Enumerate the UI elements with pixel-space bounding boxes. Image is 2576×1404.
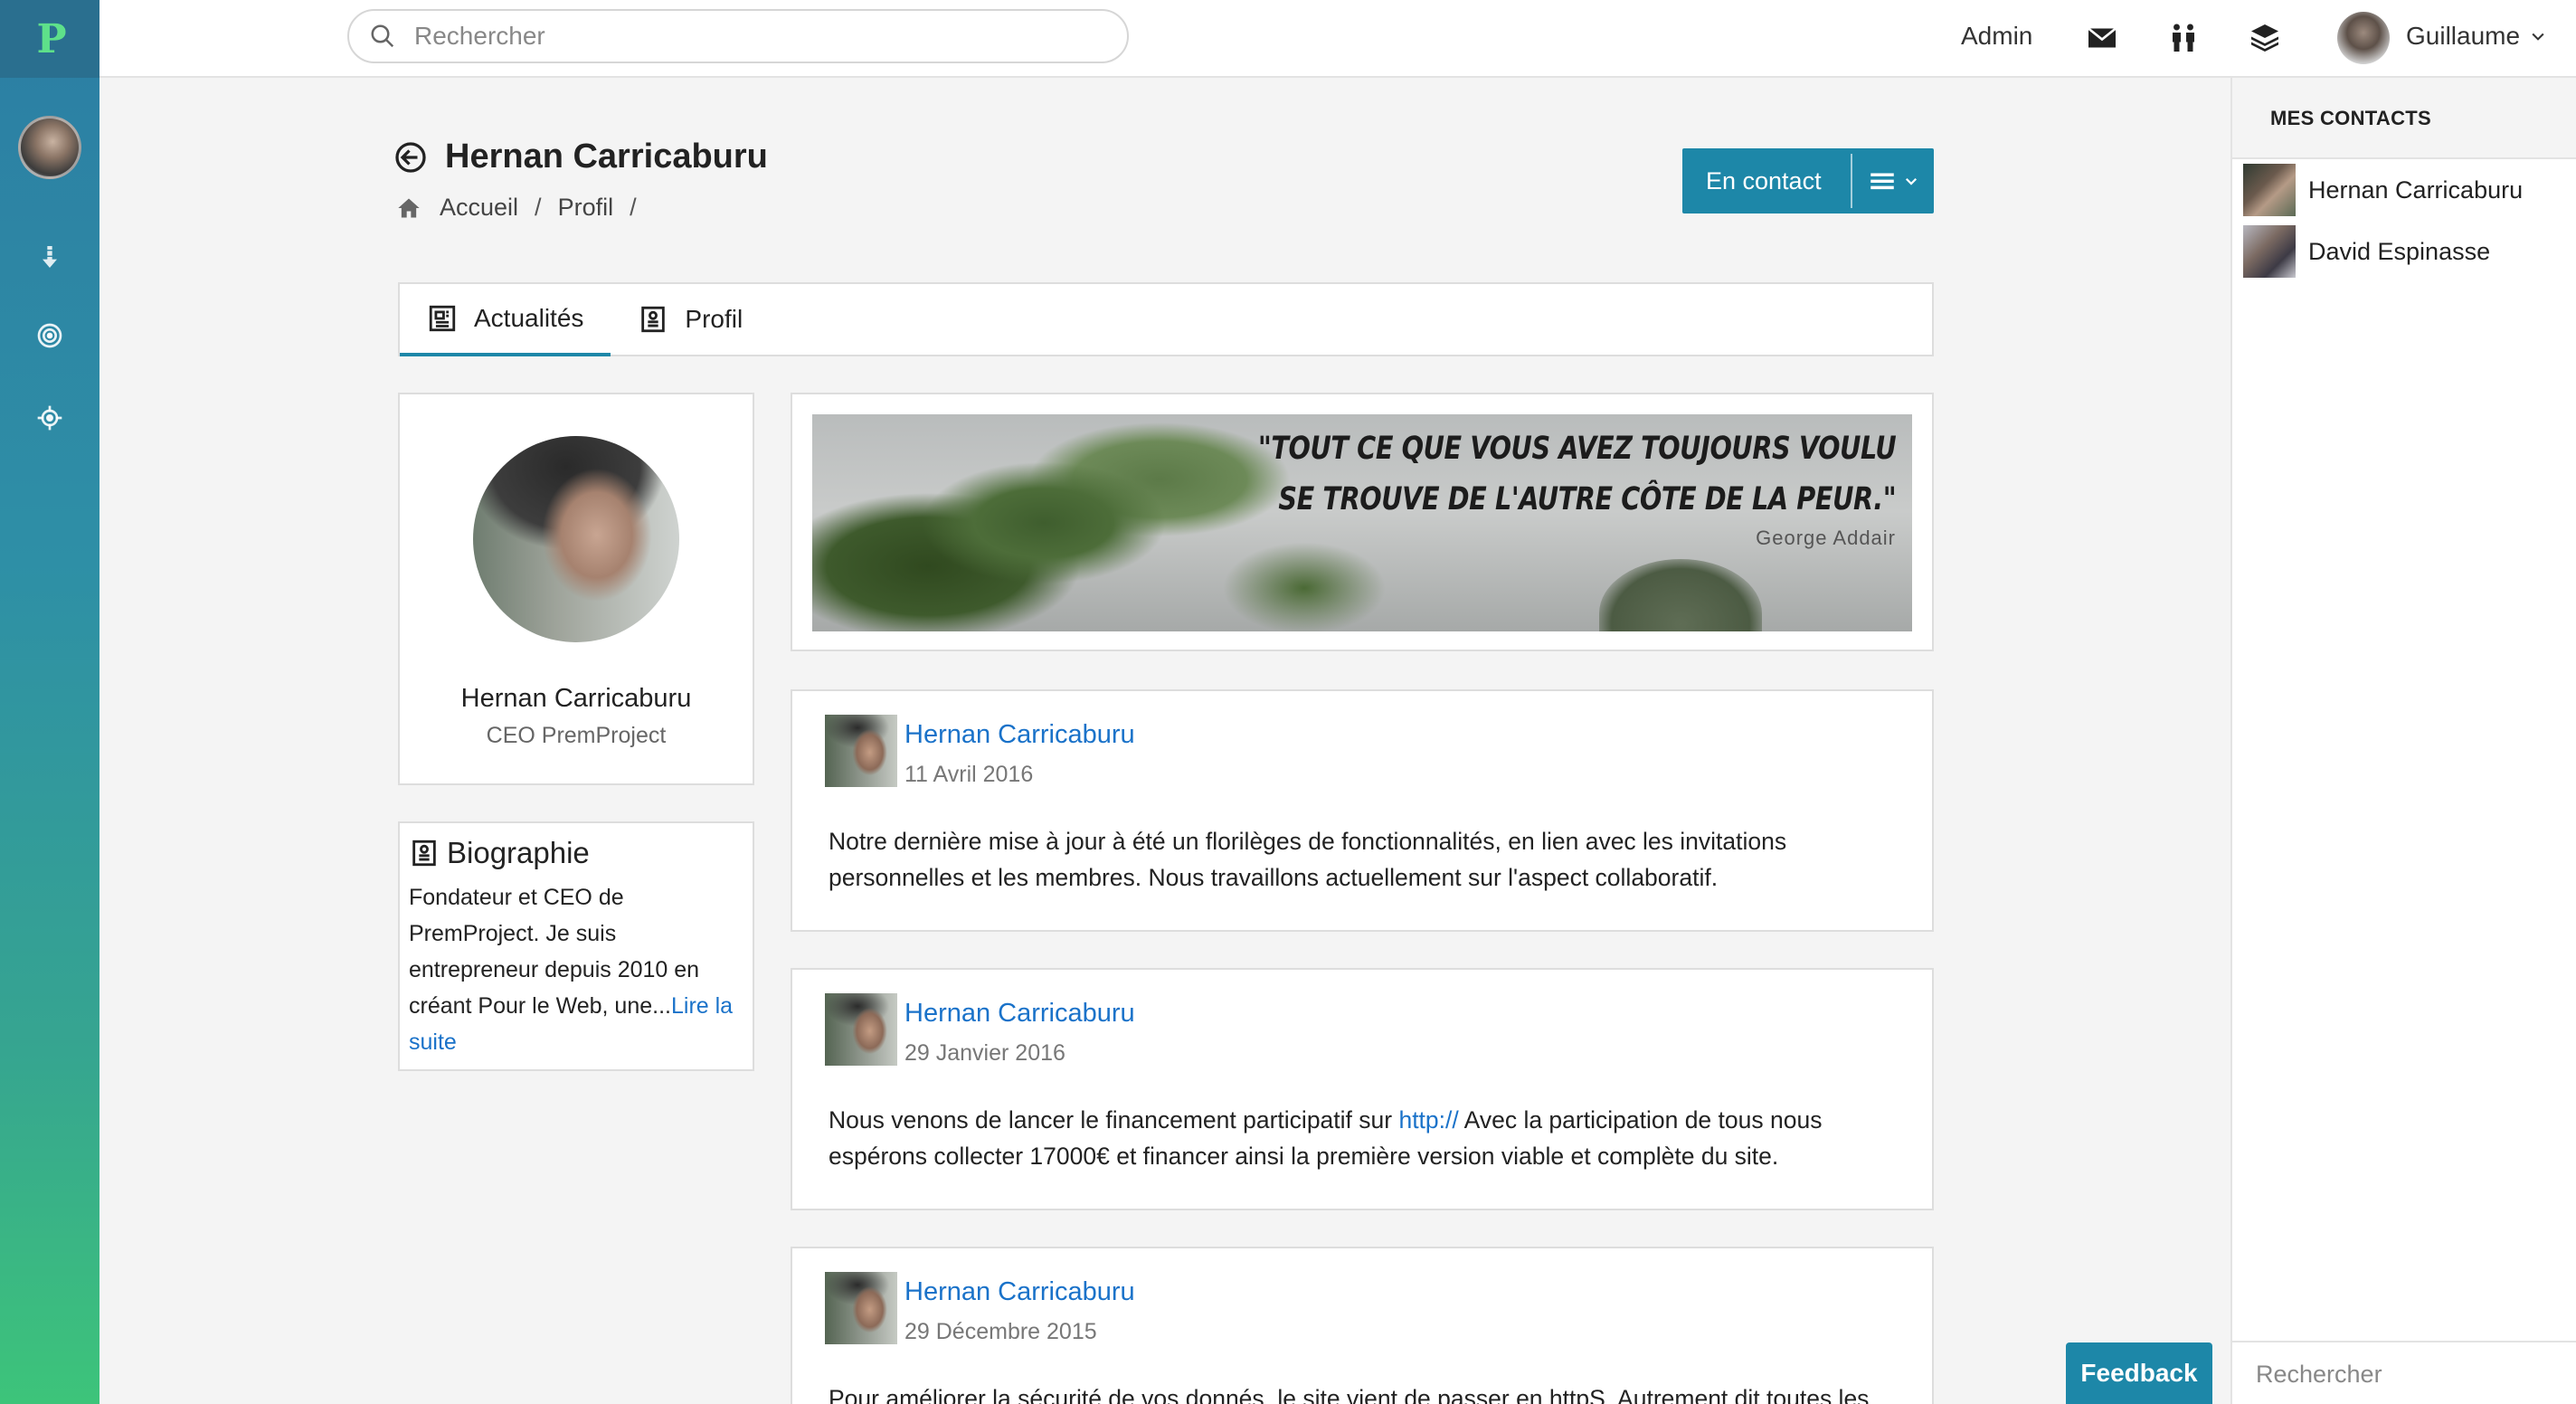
crosshair-icon[interactable]: [32, 400, 68, 436]
post-date: 29 Janvier 2016: [904, 1040, 1065, 1066]
user-name: Guillaume: [2406, 22, 2521, 50]
quote-banner-card: "TOUT CE QUE VOUS AVEZ TOUJOURS VOULU SE…: [791, 393, 1934, 651]
breadcrumb-separator: /: [630, 194, 637, 221]
quote-banner-image: "TOUT CE QUE VOUS AVEZ TOUJOURS VOULU SE…: [812, 414, 1912, 631]
post-author-link[interactable]: Hernan Carricaburu: [904, 720, 1135, 750]
biography-title: Biographie: [447, 836, 590, 869]
tab-actualites[interactable]: Actualités: [400, 284, 611, 356]
tab-profil[interactable]: Profil: [611, 284, 770, 355]
breadcrumb-profile[interactable]: Profil: [558, 194, 614, 222]
biography-header: Biographie: [409, 836, 743, 870]
tab-label: Actualités: [474, 304, 584, 332]
app-logo[interactable]: P: [0, 0, 99, 78]
search-icon: [371, 24, 394, 48]
post-date: 29 Décembre 2015: [904, 1319, 1097, 1344]
sidebar-avatar[interactable]: [18, 116, 81, 179]
biography-text: Fondateur et CEO de PremProject. Je suis…: [409, 879, 743, 1060]
left-sidebar: P: [0, 0, 99, 1404]
menu-icon: [1870, 173, 1894, 190]
post-body: Pour améliorer la sécurité de vos donnés…: [829, 1385, 1870, 1404]
post-link[interactable]: http://: [1398, 1106, 1458, 1134]
post-text: Nous venons de lancer le financement par…: [829, 1106, 1399, 1134]
quote-author: George Addair: [1756, 526, 1896, 549]
post-author-link[interactable]: Hernan Carricaburu: [904, 999, 1135, 1029]
contact-status-button[interactable]: En contact: [1682, 148, 1934, 213]
post-author-avatar[interactable]: [825, 1272, 897, 1344]
user-avatar[interactable]: [2337, 12, 2390, 64]
global-search[interactable]: [347, 9, 1129, 63]
profile-avatar: [473, 436, 679, 642]
profile-name: Hernan Carricaburu: [460, 684, 692, 713]
contact-item[interactable]: David Espinasse: [2232, 221, 2576, 282]
people-icon[interactable]: [2165, 20, 2202, 56]
contacts-panel: MES CONTACTS Hernan Carricaburu David Es…: [2230, 78, 2576, 1404]
post-date: 11 Avril 2016: [904, 762, 1034, 787]
banner-quote: "TOUT CE QUE VOUS AVEZ TOUJOURS VOULU SE…: [1257, 423, 1897, 525]
post-author-avatar[interactable]: [825, 993, 897, 1066]
logo-mark: P: [36, 15, 66, 62]
back-arrow-icon[interactable]: [394, 141, 427, 174]
post-author-link[interactable]: Hernan Carricaburu: [904, 1277, 1135, 1307]
contacts-title: MES CONTACTS: [2232, 78, 2576, 159]
profile-card: Hernan Carricaburu CEO PremProject: [398, 393, 754, 785]
breadcrumb: Accueil / Profil /: [396, 194, 653, 222]
contact-status-label: En contact: [1706, 166, 1822, 194]
tab-label: Profil: [685, 305, 743, 333]
profile-card-icon: [641, 306, 666, 333]
profile-tabs: Actualités Profil: [398, 282, 1934, 356]
page-title: Hernan Carricaburu: [445, 138, 768, 176]
user-menu[interactable]: Guillaume: [2406, 22, 2547, 51]
mail-icon[interactable]: [2084, 20, 2120, 56]
download-icon[interactable]: [32, 239, 68, 275]
profile-card-icon: [412, 840, 436, 867]
contacts-search[interactable]: [2232, 1341, 2576, 1404]
contact-menu-toggle[interactable]: [1852, 166, 1919, 196]
feedback-button[interactable]: Feedback: [2066, 1342, 2212, 1404]
post-body: Notre dernière mise à jour à été un flor…: [829, 828, 1787, 891]
breadcrumb-separator: /: [535, 194, 542, 221]
biography-excerpt: Fondateur et CEO de PremProject. Je suis…: [409, 885, 700, 1019]
page-header: Hernan Carricaburu: [394, 138, 768, 176]
post-body: Nous venons de lancer le financement par…: [829, 1102, 1896, 1174]
layers-icon[interactable]: [2247, 20, 2283, 56]
news-post: Hernan Carricaburu 11 Avril 2016 Notre d…: [791, 689, 1934, 932]
contact-avatar: [2243, 164, 2296, 216]
contact-avatar: [2243, 225, 2296, 278]
quote-line-1: "TOUT CE QUE VOUS AVEZ TOUJOURS VOULU: [1257, 431, 1897, 467]
contact-name: Hernan Carricaburu: [2308, 176, 2524, 204]
target-icon[interactable]: [32, 318, 68, 354]
top-bar: Admin Guillaume: [99, 0, 2576, 78]
post-author-avatar[interactable]: [825, 715, 897, 787]
biography-card: Biographie Fondateur et CEO de PremProje…: [398, 821, 754, 1071]
search-input[interactable]: [414, 22, 1102, 51]
chevron-down-icon: [2532, 33, 2544, 41]
news-post: Hernan Carricaburu 29 Janvier 2016 Nous …: [791, 968, 1934, 1210]
profile-role: CEO PremProject: [486, 723, 667, 748]
quote-line-2: SE TROUVE DE L'AUTRE CÔTE DE LA PEUR.": [1278, 481, 1896, 517]
home-icon[interactable]: [396, 195, 421, 221]
contacts-search-input[interactable]: [2256, 1361, 2545, 1389]
newspaper-icon: [429, 305, 456, 332]
admin-link[interactable]: Admin: [1961, 22, 2032, 51]
chevron-down-icon: [1905, 177, 1918, 185]
contact-name: David Espinasse: [2308, 237, 2491, 265]
contact-item[interactable]: Hernan Carricaburu: [2232, 159, 2576, 221]
news-post: Hernan Carricaburu 29 Décembre 2015 Pour…: [791, 1247, 1934, 1404]
breadcrumb-home[interactable]: Accueil: [440, 194, 518, 222]
hill-background: [1599, 559, 1762, 631]
